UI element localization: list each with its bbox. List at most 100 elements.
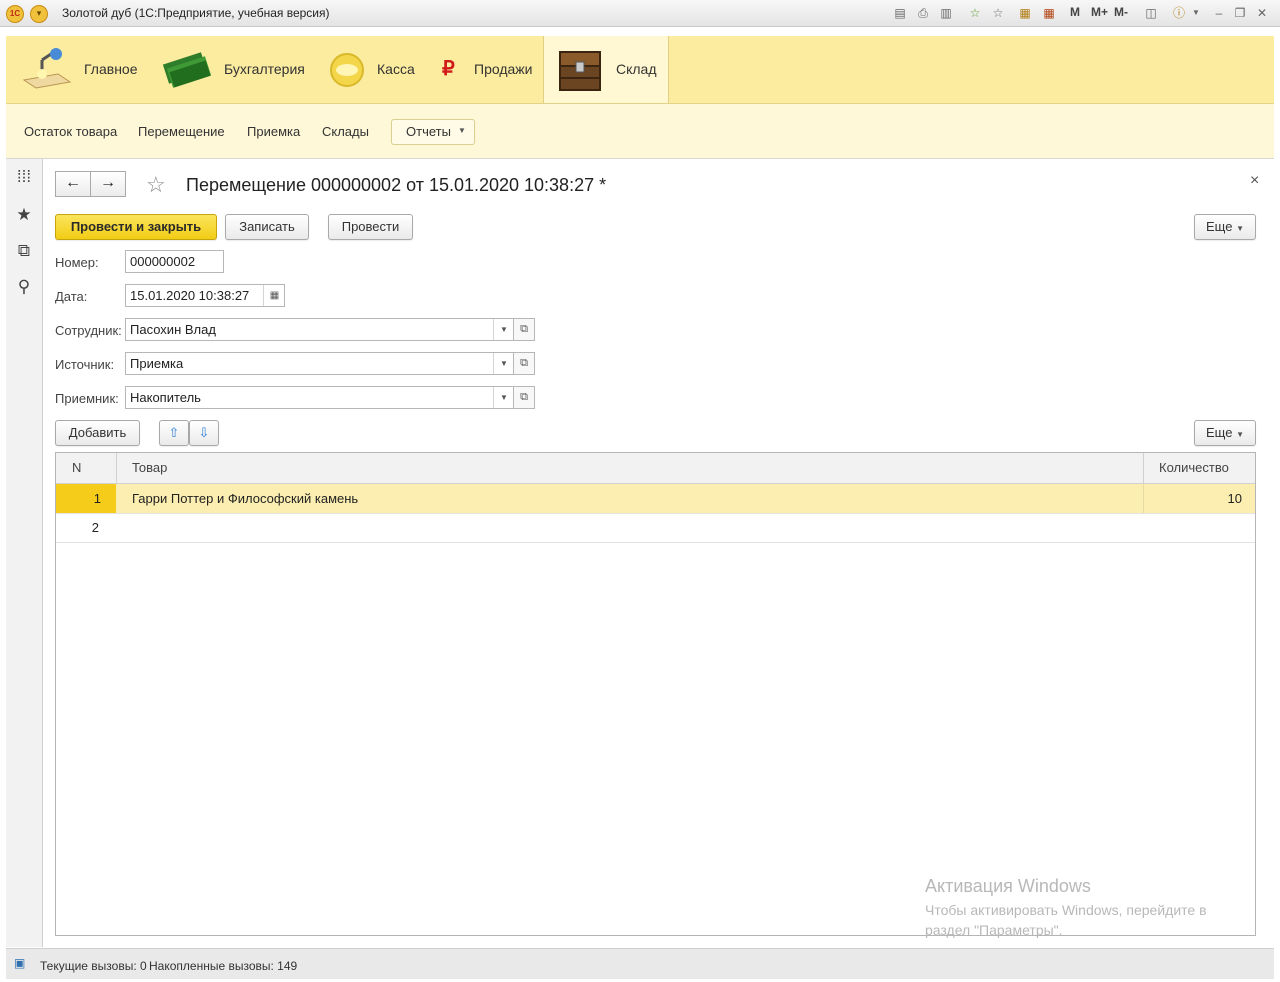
forward-button[interactable]: →	[90, 171, 126, 197]
source-value: Приемка	[130, 356, 184, 371]
panels-icon[interactable]: ◫	[1142, 4, 1160, 22]
section-sales[interactable]: ₽ Продажи	[436, 36, 536, 103]
all-functions-icon[interactable]: ⁞⁞⁞	[14, 167, 34, 187]
app-logo-icon[interactable]: 1С	[6, 5, 24, 23]
section-label: Касса	[377, 61, 415, 77]
employee-field[interactable]: Пасохин Влад ▼	[125, 318, 514, 341]
table-row[interactable]: 2	[56, 513, 1255, 543]
print-icon[interactable]: ⎙	[914, 4, 932, 22]
reports-button[interactable]: Отчеты ▼	[391, 119, 475, 145]
open-employee-icon[interactable]: ⧉	[513, 318, 535, 341]
source-field[interactable]: Приемка ▼	[125, 352, 514, 375]
item-cell[interactable]: Гарри Поттер и Философский камень	[132, 484, 1132, 513]
favorites-icon[interactable]: ☆	[989, 4, 1007, 22]
arrow-right-icon: →	[100, 174, 116, 191]
main-menu-icon[interactable]: ▾	[30, 5, 48, 23]
section-accounting[interactable]: Бухгалтерия	[151, 36, 311, 103]
info-icon[interactable]: ⓘ	[1170, 4, 1188, 22]
memory-minus-button[interactable]: M-	[1114, 5, 1128, 19]
dropdown-arrow-icon[interactable]: ▼	[493, 387, 514, 408]
left-toolbar: ⁞⁞⁞ ★ ⧉ ⚲	[6, 159, 43, 947]
money-stack-icon	[162, 52, 212, 88]
column-header-n[interactable]: N	[56, 453, 117, 484]
column-header-label: Количество	[1159, 460, 1229, 475]
goods-table[interactable]: N Товар Количество 1 Гарри Поттер и Фило…	[55, 452, 1256, 936]
back-button[interactable]: ←	[55, 171, 91, 197]
chevron-down-icon: ▼	[1236, 224, 1244, 233]
status-bar: ▣ Текущие вызовы: 0 Накопленные вызовы: …	[6, 948, 1274, 979]
coin-icon	[330, 53, 364, 87]
window-title: Золотой дуб (1С:Предприятие, учебная вер…	[62, 6, 330, 20]
calendar-icon[interactable]: ▦	[1040, 4, 1058, 22]
add-row-button[interactable]: Добавить	[55, 420, 140, 446]
minimize-icon[interactable]: –	[1210, 4, 1228, 22]
open-receiver-icon[interactable]: ⧉	[513, 386, 535, 409]
arrow-down-icon: ⇩	[198, 425, 210, 440]
source-label: Источник:	[55, 357, 115, 372]
add-favorite-icon[interactable]: ☆	[966, 4, 984, 22]
receiver-field[interactable]: Накопитель ▼	[125, 386, 514, 409]
calendar-picker-icon[interactable]: ▦	[263, 285, 285, 306]
open-source-icon[interactable]: ⧉	[513, 352, 535, 375]
search-icon[interactable]: ⚲	[14, 277, 34, 297]
cmd-warehouses[interactable]: Склады	[322, 124, 369, 139]
current-calls: Текущие вызовы: 0	[40, 959, 147, 973]
close-window-icon[interactable]: ✕	[1253, 4, 1271, 22]
column-header-item[interactable]: Товар	[117, 453, 1144, 484]
post-button[interactable]: Провести	[328, 214, 413, 240]
section-label: Бухгалтерия	[224, 61, 305, 77]
dropdown-arrow-icon[interactable]: ▼	[493, 319, 514, 340]
qty-cell[interactable]	[1144, 513, 1242, 542]
cmd-transfer[interactable]: Перемещение	[138, 124, 225, 139]
history-icon[interactable]: ⧉	[14, 241, 34, 261]
table-more-button[interactable]: Еще ▼	[1194, 420, 1256, 446]
item-cell[interactable]	[132, 513, 1132, 542]
section-label: Склад	[616, 61, 657, 77]
memory-button[interactable]: M	[1070, 5, 1080, 19]
activation-watermark-text: Чтобы активировать Windows, перейдите в …	[925, 902, 1207, 938]
employee-label: Сотрудник:	[55, 323, 122, 338]
section-warehouse[interactable]: Склад	[543, 36, 669, 103]
post-and-close-button[interactable]: Провести и закрыть	[55, 214, 217, 240]
qty-cell[interactable]: 10	[1144, 484, 1242, 513]
window-titlebar: 1С ▾ Золотой дуб (1С:Предприятие, учебна…	[0, 0, 1280, 27]
section-main[interactable]: Главное	[6, 36, 146, 103]
date-value: 15.01.2020 10:38:27	[130, 288, 250, 303]
memory-plus-button[interactable]: M+	[1091, 5, 1108, 19]
arrow-up-icon: ⇧	[168, 425, 180, 440]
more-label: Еще	[1206, 219, 1233, 234]
favorite-star-icon[interactable]: ☆	[146, 172, 166, 198]
dropdown-arrow-icon[interactable]: ▼	[493, 353, 514, 374]
cmd-stock-balance[interactable]: Остаток товара	[24, 124, 117, 139]
move-down-button[interactable]: ⇩	[189, 420, 219, 446]
sections-panel: Главное Бухгалтерия Касса ₽ Продажи Скла…	[6, 36, 1274, 104]
accumulated-calls: Накопленные вызовы: 149	[149, 959, 298, 973]
info-dropdown-icon[interactable]: ▼	[1187, 4, 1205, 22]
preview-icon[interactable]: ▥	[937, 4, 955, 22]
row-number: 1	[93, 491, 101, 506]
server-calls-icon[interactable]: ▣	[14, 956, 30, 970]
section-cash[interactable]: Касса	[321, 36, 421, 103]
chest-icon	[559, 51, 601, 91]
cmd-receipt[interactable]: Приемка	[247, 124, 300, 139]
number-field[interactable]: 000000002	[125, 250, 224, 273]
restore-icon[interactable]: ❐	[1231, 4, 1249, 22]
save-button[interactable]: Записать	[225, 214, 309, 240]
reports-label: Отчеты	[406, 124, 451, 139]
receiver-value: Накопитель	[130, 390, 201, 405]
favorites-star-icon[interactable]: ★	[14, 205, 34, 225]
chevron-down-icon: ▼	[1236, 430, 1244, 439]
column-header-label: Товар	[132, 460, 168, 475]
move-up-button[interactable]: ⇧	[159, 420, 189, 446]
receiver-label: Приемник:	[55, 391, 119, 406]
date-field[interactable]: 15.01.2020 10:38:27 ▦	[125, 284, 285, 307]
more-button[interactable]: Еще ▼	[1194, 214, 1256, 240]
section-label: Главное	[84, 61, 138, 77]
table-row[interactable]: 1 Гарри Поттер и Философский камень 10	[56, 484, 1255, 514]
calculator-icon[interactable]: ▦	[1016, 4, 1034, 22]
close-form-icon[interactable]: ×	[1250, 172, 1259, 190]
column-header-qty[interactable]: Количество	[1144, 453, 1255, 484]
activation-watermark-title: Активация Windows	[925, 876, 1091, 896]
commands-panel: Остаток товара Перемещение Приемка Склад…	[6, 104, 1274, 159]
save-icon[interactable]: ▤	[891, 4, 909, 22]
